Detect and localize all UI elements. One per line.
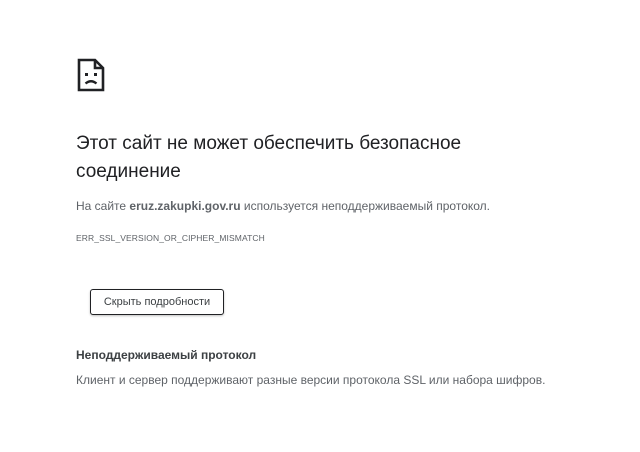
page-title: Этот сайт не может обеспечить безопасное… — [76, 133, 462, 182]
site-host: eruz.zakupki.gov.ru — [129, 199, 241, 213]
details-heading: Неподдерживаемый протокол — [76, 348, 257, 362]
error-code: ERR_SSL_VERSION_OR_CIPHER_MISMATCH — [76, 233, 265, 243]
hide-details-button[interactable]: Скрыть подробности — [90, 289, 224, 315]
error-page: Этот сайт не может обеспечить безопасное… — [0, 0, 640, 452]
sad-page-icon — [77, 58, 105, 92]
error-description: На сайте eruz.zakupki.gov.ru используетс… — [76, 198, 490, 214]
description-suffix: используется неподдерживаемый протокол. — [240, 199, 491, 213]
description-prefix: На сайте — [76, 199, 130, 213]
details-text: Клиент и сервер поддерживают разные верс… — [76, 373, 546, 387]
